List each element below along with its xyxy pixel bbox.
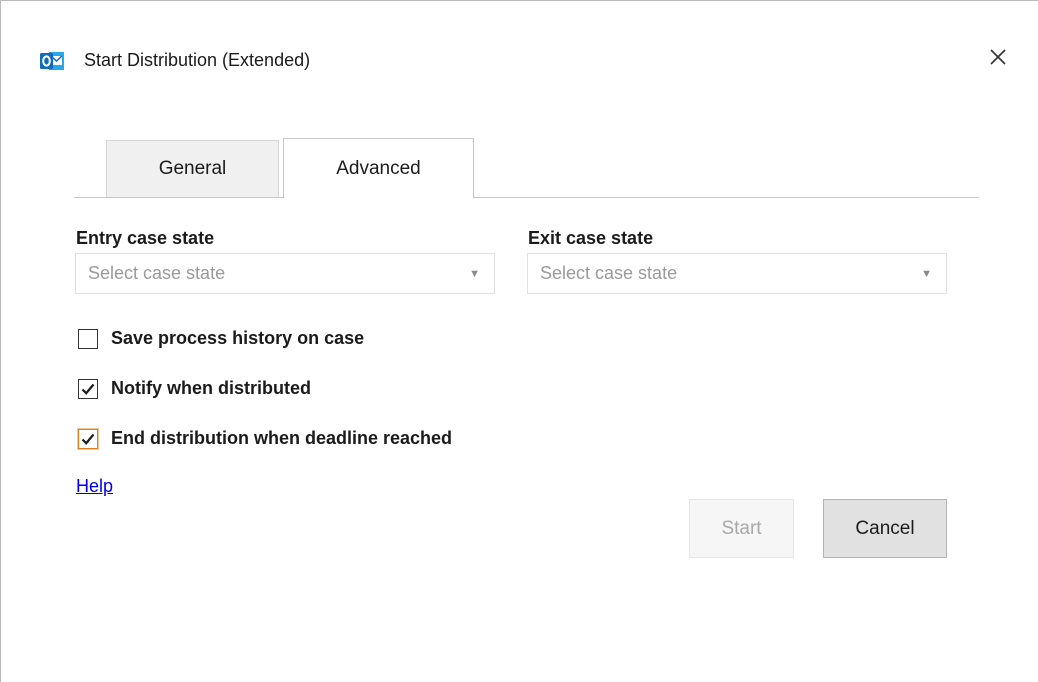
title-bar: Start Distribution (Extended) <box>1 1 1038 121</box>
tab-general[interactable]: General <box>106 140 279 197</box>
exit-case-state-placeholder: Select case state <box>540 263 678 283</box>
end-distribution-checkbox[interactable] <box>78 428 98 449</box>
cancel-button[interactable]: Cancel <box>823 499 947 558</box>
notify-when-distributed-option[interactable]: Notify when distributed <box>78 378 311 399</box>
notify-when-distributed-label: Notify when distributed <box>111 378 311 398</box>
notify-when-distributed-checkbox[interactable] <box>78 378 98 399</box>
save-process-history-checkbox[interactable] <box>78 328 98 349</box>
save-process-history-option[interactable]: Save process history on case <box>78 328 364 349</box>
tab-label: General <box>158 158 227 179</box>
checkmark-icon <box>81 383 95 395</box>
end-distribution-label: End distribution when deadline reached <box>111 428 453 448</box>
help-link[interactable]: Help <box>76 476 113 497</box>
tab-label: Advanced <box>336 157 421 179</box>
entry-case-state-select[interactable]: Select case state ▼ <box>75 253 495 294</box>
dialog-title: Start Distribution (Extended) <box>84 50 311 70</box>
exit-case-state-select[interactable]: Select case state ▼ <box>527 253 947 294</box>
outlook-icon <box>40 50 64 72</box>
tab-advanced[interactable]: Advanced <box>283 138 474 199</box>
dialog-window: Start Distribution (Extended) General Ad… <box>0 0 1038 682</box>
entry-case-state-placeholder: Select case state <box>88 263 226 283</box>
end-distribution-option[interactable]: End distribution when deadline reached <box>78 428 452 449</box>
close-button[interactable] <box>981 42 1015 76</box>
save-process-history-label: Save process history on case <box>111 328 365 348</box>
checkmark-icon <box>81 433 95 445</box>
exit-case-state-label: Exit case state <box>528 228 654 248</box>
tab-strip: General Advanced <box>74 138 979 199</box>
dropdown-arrow-icon: ▼ <box>469 268 480 280</box>
start-button[interactable]: Start <box>689 499 794 558</box>
close-icon <box>989 48 1007 71</box>
entry-case-state-label: Entry case state <box>76 228 215 248</box>
dropdown-arrow-icon: ▼ <box>921 268 932 280</box>
